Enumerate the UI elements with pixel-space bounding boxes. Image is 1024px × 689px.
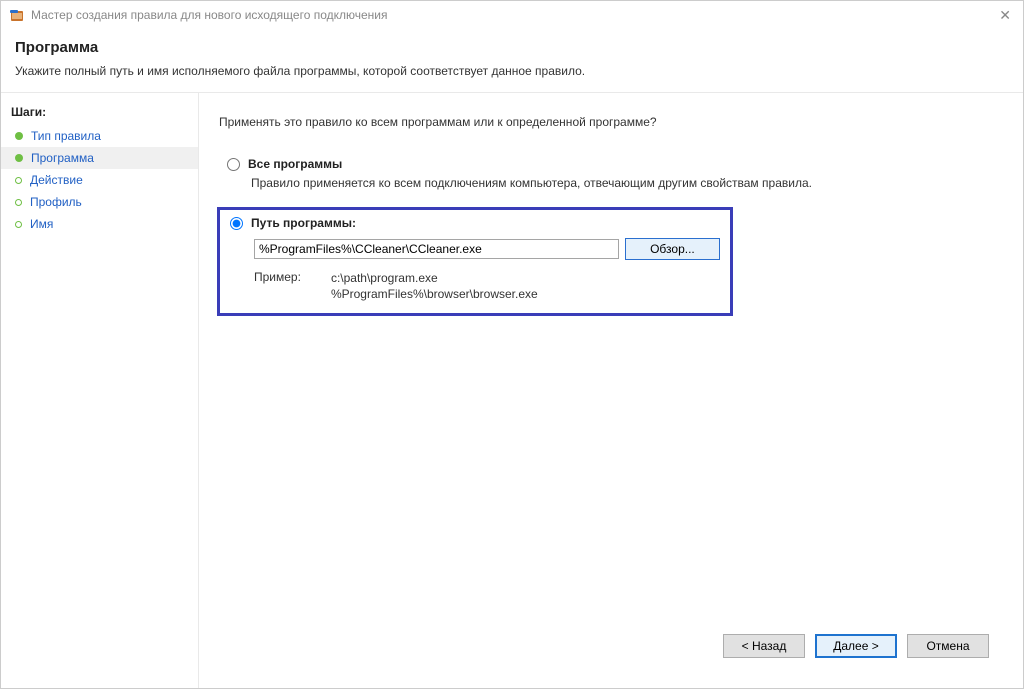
step-action[interactable]: Действие [1,169,198,191]
example-label: Пример: [254,270,301,302]
step-label: Тип правила [31,129,101,143]
step-program[interactable]: Программа [1,147,198,169]
radio-all-programs[interactable] [227,158,240,171]
close-icon[interactable]: ✕ [995,7,1015,24]
option-all-programs: Все программы Правило применяется ко все… [221,153,1005,199]
radio-program-path[interactable] [230,217,243,230]
step-name[interactable]: Имя [1,213,198,235]
window-title: Мастер создания правила для нового исход… [31,8,388,22]
step-label: Действие [30,173,83,187]
bullet-icon [15,177,22,184]
bullet-icon [15,132,23,140]
main-panel: Применять это правило ко всем программам… [199,93,1023,688]
step-label: Имя [30,217,53,231]
cancel-button[interactable]: Отмена [907,634,989,658]
back-button[interactable]: < Назад [723,634,805,658]
step-profile[interactable]: Профиль [1,191,198,213]
app-icon [9,7,25,23]
bullet-icon [15,154,23,162]
program-path-input[interactable] [254,239,619,259]
example-paths: c:\path\program.exe %ProgramFiles%\brows… [331,270,538,302]
step-rule-type[interactable]: Тип правила [1,125,198,147]
bullet-icon [15,221,22,228]
option-all-label: Все программы [248,157,342,171]
wizard-buttons: < Назад Далее > Отмена [217,620,1005,672]
steps-sidebar: Шаги: Тип правила Программа Действие Про… [1,93,199,688]
wizard-window: Мастер создания правила для нового исход… [0,0,1024,689]
option-path-label: Путь программы: [251,216,356,230]
browse-button[interactable]: Обзор... [625,238,720,260]
step-label: Программа [31,151,94,165]
next-button[interactable]: Далее > [815,634,897,658]
page-subtitle: Укажите полный путь и имя исполняемого ф… [15,64,1009,78]
bullet-icon [15,199,22,206]
page-title: Программа [15,39,1009,56]
step-label: Профиль [30,195,82,209]
option-all-desc: Правило применяется ко всем подключениям… [251,175,999,191]
question-text: Применять это правило ко всем программам… [219,115,1005,129]
header: Программа Укажите полный путь и имя испо… [1,29,1023,92]
titlebar: Мастер создания правила для нового исход… [1,1,1023,29]
highlighted-selection: Путь программы: Обзор... Пример: c:\path… [217,207,733,315]
sidebar-heading: Шаги: [1,101,198,125]
